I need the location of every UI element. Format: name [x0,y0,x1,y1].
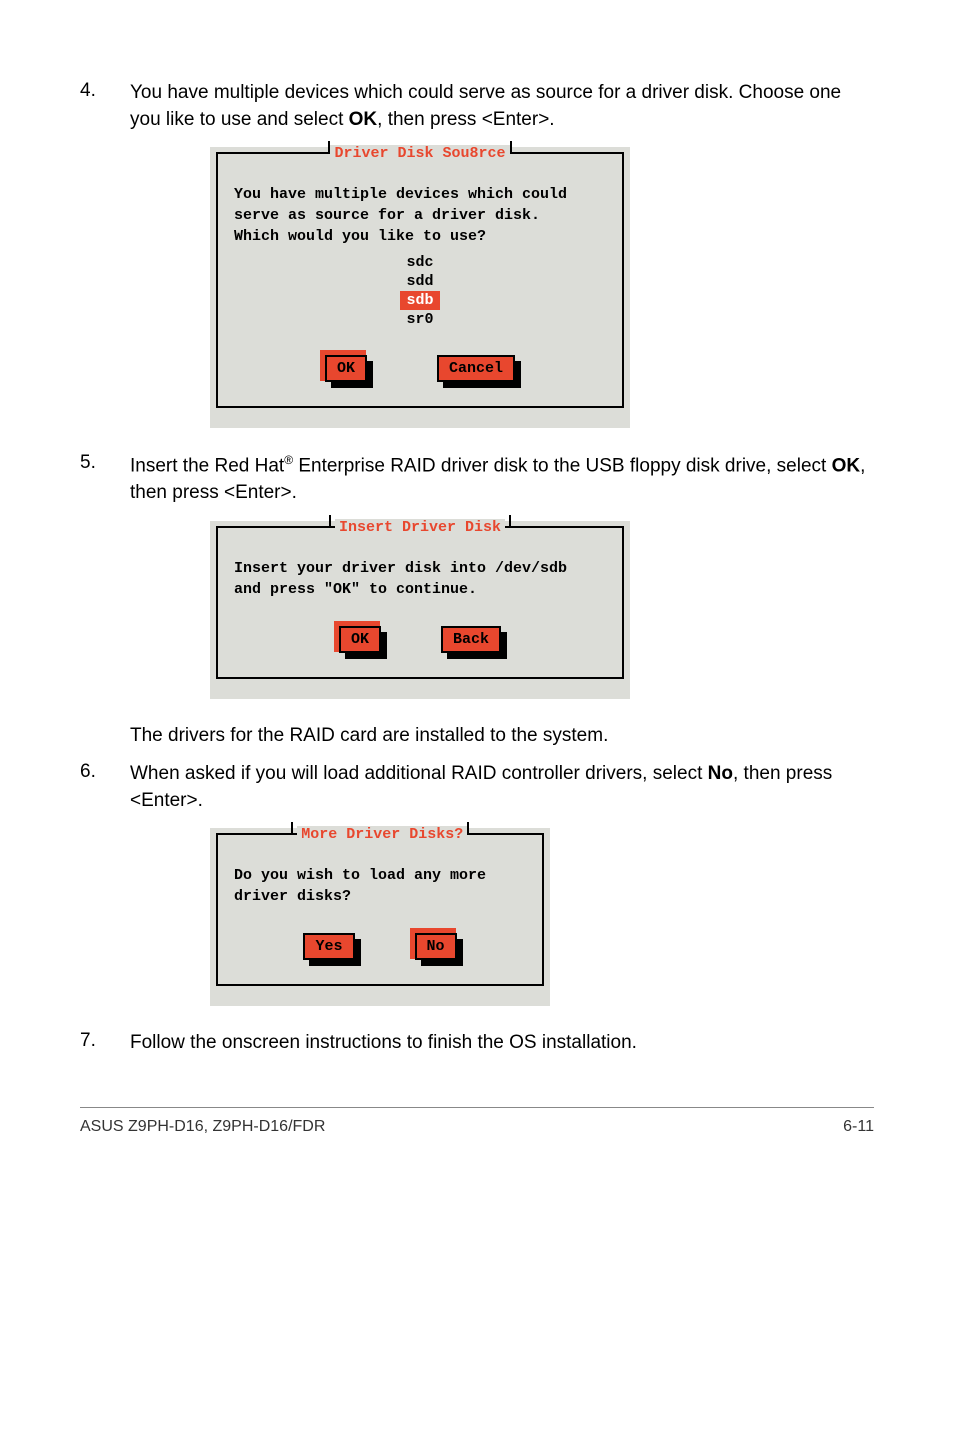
step-5-ok-word: OK [832,456,861,477]
step-6: 6. When asked if you will load additiona… [80,761,874,814]
dialog1-ok-label: OK [325,355,367,382]
step-5-text-a: Insert the Red Hat [130,456,284,477]
step-5-text-b: Enterprise RAID driver disk to the USB f… [293,456,832,477]
dialog1-cancel-button[interactable]: Cancel [437,355,515,382]
step-4-ok-word: OK [349,109,378,130]
step-6-no-word: No [708,763,733,784]
device-option-sdc[interactable]: sdc [400,253,439,272]
dialog2-ok-button[interactable]: OK [339,626,381,653]
step-5: 5. Insert the Red Hat® Enterprise RAID d… [80,452,874,507]
step-4-text-c: , then press <Enter>. [377,109,554,130]
step-5-reg-mark: ® [284,453,293,467]
dialog2-line2: and press "OK" to continue. [234,579,606,600]
dialog1-device-list: sdc sdd sdb sr0 [234,253,606,329]
dialog2-back-button[interactable]: Back [441,626,501,653]
step-6-text: When asked if you will load additional R… [130,761,874,814]
dialog3-yes-button[interactable]: Yes [303,933,354,960]
footer-left: ASUS Z9PH-D16, Z9PH-D16/FDR [80,1118,325,1136]
driver-disk-source-dialog: Driver Disk Sou8rce You have multiple de… [210,147,630,428]
step-7-number: 7. [80,1030,130,1057]
page-footer: ASUS Z9PH-D16, Z9PH-D16/FDR 6-11 [80,1107,874,1136]
step-6-number: 6. [80,761,130,814]
dialog3-yes-label: Yes [303,933,354,960]
dialog1-line2: serve as source for a driver disk. [234,205,606,226]
dialog1-title: Driver Disk Sou8rce [330,145,509,162]
step-5-text: Insert the Red Hat® Enterprise RAID driv… [130,452,874,507]
dialog3-no-label: No [415,933,457,960]
footer-right: 6-11 [843,1118,874,1136]
step-7-text: Follow the onscreen instructions to fini… [130,1030,874,1057]
dialog2-title: Insert Driver Disk [335,519,505,536]
device-option-sdb-selected[interactable]: sdb [400,291,439,310]
dialog3-no-button[interactable]: No [415,933,457,960]
dialog3-line2: driver disks? [234,886,526,907]
dialog3-title: More Driver Disks? [297,826,467,843]
dialog1-ok-button[interactable]: OK [325,355,367,382]
device-option-sr0[interactable]: sr0 [400,310,439,329]
more-driver-disks-dialog: More Driver Disks? Do you wish to load a… [210,828,550,1006]
step-5-note: The drivers for the RAID card are instal… [80,723,874,750]
step-4: 4. You have multiple devices which could… [80,80,874,133]
step-6-text-a: When asked if you will load additional R… [130,763,708,784]
dialog2-ok-label: OK [339,626,381,653]
step-7: 7. Follow the onscreen instructions to f… [80,1030,874,1057]
dialog1-line3: Which would you like to use? [234,226,606,247]
dialog1-cancel-label: Cancel [437,355,515,382]
insert-driver-disk-dialog: Insert Driver Disk Insert your driver di… [210,521,630,699]
dialog3-line1: Do you wish to load any more [234,865,526,886]
step-5-note-text: The drivers for the RAID card are instal… [130,723,874,750]
step-4-number: 4. [80,80,130,133]
step-4-text: You have multiple devices which could se… [130,80,874,133]
dialog1-line1: You have multiple devices which could [234,184,606,205]
step-5-number: 5. [80,452,130,507]
device-option-sdd[interactable]: sdd [400,272,439,291]
dialog2-line1: Insert your driver disk into /dev/sdb [234,558,606,579]
dialog2-back-label: Back [441,626,501,653]
